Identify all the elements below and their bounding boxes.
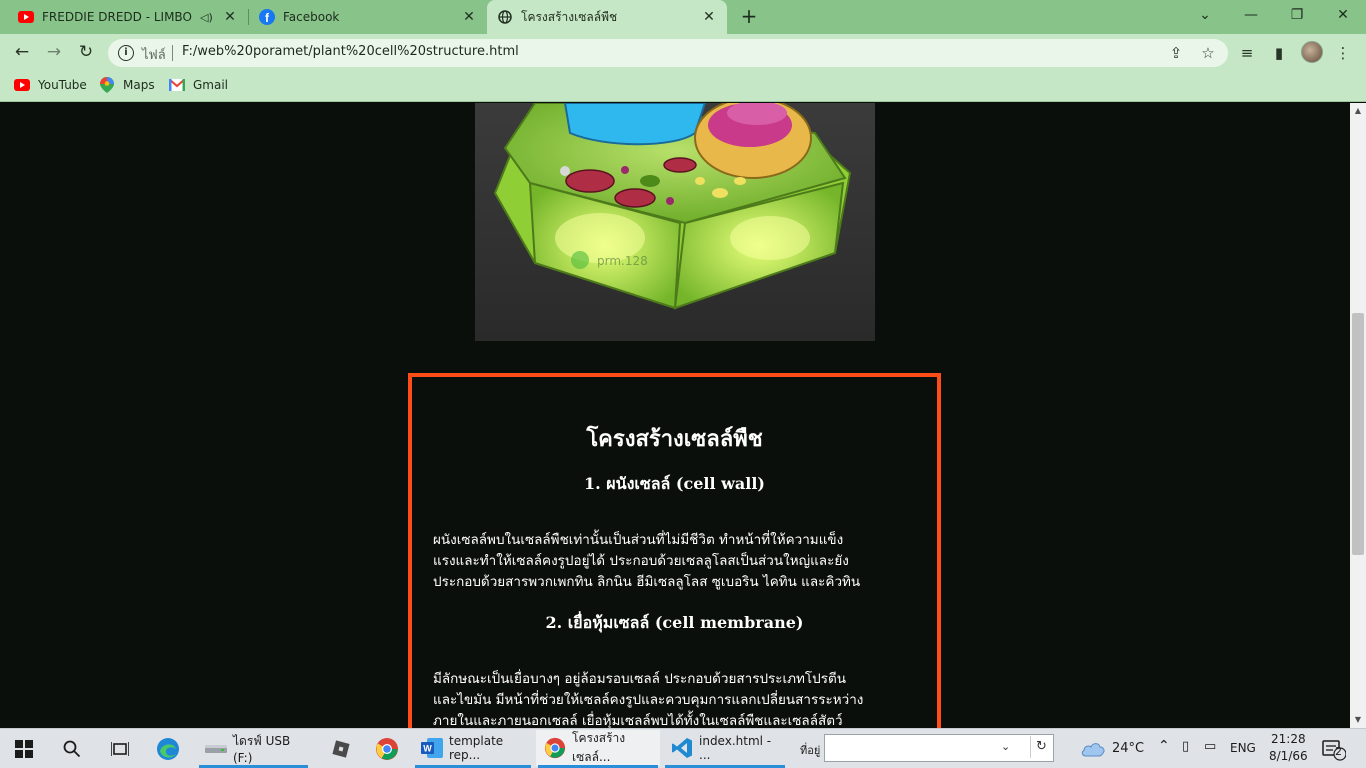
section-heading-cell-wall: 1. ผนังเซลล์ (cell wall) — [584, 474, 765, 493]
show-hidden-icons-chevron-icon[interactable]: ⌃ — [1158, 738, 1170, 754]
taskbar-app-vscode[interactable]: index.html - ... — [663, 730, 787, 766]
tab-title: FREDDIE DREDD - LIMBO (Gl — [42, 10, 194, 24]
content-card: โครงสร้างเซลล์พืช 1. ผนังเซลล์ (cell wal… — [408, 373, 941, 753]
tab-title: Facebook — [283, 10, 340, 24]
windows-start-icon[interactable] — [10, 735, 38, 763]
weather-temperature[interactable]: 24°C — [1112, 741, 1144, 756]
svg-text:W: W — [423, 744, 432, 754]
vscode-icon — [671, 737, 693, 759]
address-toolbar-input[interactable] — [824, 734, 1054, 762]
media-controls-icon[interactable]: ≡ — [1236, 42, 1258, 64]
close-tab-icon[interactable]: ✕ — [222, 9, 238, 25]
tab-title: โครงสร้างเซลล์พืช — [521, 9, 618, 24]
address-scheme-label: ไฟล์ — [142, 48, 166, 63]
scroll-down-arrow-icon[interactable]: ▼ — [1350, 712, 1366, 728]
share-icon[interactable]: ⇪ — [1165, 42, 1187, 64]
section-line: และไขมัน มีหน้าที่ช่วยให้เซลล์คงรูปและคว… — [433, 692, 864, 708]
section-line: ผนังเซลล์พบในเซลล์พืชเท่านั้นเป็นส่วนที่… — [433, 532, 844, 548]
profile-avatar[interactable] — [1301, 41, 1323, 63]
restore-icon[interactable]: ❐ — [1274, 0, 1320, 30]
page-title: โครงสร้างเซลล์พืช — [586, 426, 763, 452]
side-panel-icon[interactable]: ▮ — [1268, 42, 1290, 64]
edge-browser-icon[interactable] — [154, 735, 182, 763]
taskbar-app-label: template rep... — [449, 734, 504, 762]
youtube-icon — [18, 9, 34, 25]
youtube-icon — [14, 78, 30, 92]
bookmark-youtube[interactable]: YouTube — [14, 76, 87, 94]
close-tab-icon[interactable]: ✕ — [461, 9, 477, 25]
chrome-icon[interactable] — [373, 735, 401, 763]
new-tab-button[interactable]: + — [738, 5, 760, 27]
taskbar-app-label: ไดรฟ์ USB (F:) — [233, 733, 291, 765]
image-watermark: prm.128 — [597, 254, 648, 268]
notification-count: 2 — [1335, 745, 1342, 758]
tab-facebook[interactable]: f Facebook ✕ — [249, 0, 487, 34]
tab-youtube[interactable]: FREDDIE DREDD - LIMBO (Gl ◁) ✕ — [8, 0, 248, 34]
section-line: แรงและทำให้เซลล์คงรูปอยู่ได้ ประกอบด้วยเ… — [433, 553, 849, 569]
notification-icon[interactable] — [1320, 736, 1348, 764]
clock-time[interactable]: 21:28 — [1271, 732, 1306, 746]
bookmark-gmail[interactable]: Gmail — [169, 76, 228, 94]
menu-kebab-icon[interactable]: ⋮ — [1332, 42, 1354, 64]
address-url[interactable]: F:/web%20poramet/plant%20cell%20structur… — [182, 44, 519, 59]
refresh-icon[interactable]: ↻ — [1030, 736, 1052, 758]
clock-date[interactable]: 8/1/66 — [1269, 749, 1308, 763]
taskbar-app-label: โครงสร้างเซลล์... — [572, 731, 626, 764]
taskbar-app-word[interactable]: W template rep... — [413, 730, 533, 766]
scroll-up-arrow-icon[interactable]: ▲ — [1350, 103, 1366, 119]
word-icon: W — [421, 737, 443, 759]
chrome-icon — [544, 737, 566, 759]
gmail-icon — [169, 78, 185, 92]
scrollbar-thumb[interactable] — [1352, 313, 1364, 555]
bookmark-maps[interactable]: Maps — [99, 76, 155, 94]
battery-icon[interactable]: ▭ — [1204, 739, 1216, 754]
back-icon[interactable]: ← — [8, 38, 36, 66]
globe-icon — [497, 9, 513, 25]
usb-drive-icon — [205, 737, 227, 759]
speaker-icon[interactable]: ◁) — [200, 11, 216, 24]
bookmark-label: Maps — [123, 78, 155, 92]
section-line: ประกอบด้วยสารพวกเพกทิน ลิกนิน ฮีมิเซลลูโ… — [433, 574, 861, 590]
address-toolbar-label: ที่อยู่ — [800, 744, 821, 757]
taskbar-app-chrome[interactable]: โครงสร้างเซลล์... — [536, 730, 660, 766]
roblox-icon[interactable] — [327, 735, 355, 763]
maps-icon — [99, 77, 115, 93]
address-divider — [172, 45, 173, 61]
bookmark-label: YouTube — [38, 78, 87, 92]
section-heading-cell-membrane: 2. เยื่อหุ้มเซลล์ (cell membrane) — [545, 613, 804, 632]
taskbar-app-label: index.html - ... — [699, 734, 772, 762]
network-phone-icon[interactable]: ▯ — [1182, 739, 1189, 754]
forward-icon[interactable]: → — [40, 38, 68, 66]
input-language[interactable]: ENG — [1230, 741, 1256, 755]
bookmark-star-icon[interactable]: ☆ — [1197, 42, 1219, 64]
bookmark-label: Gmail — [193, 78, 229, 92]
facebook-icon: f — [259, 9, 275, 25]
task-view-icon[interactable] — [106, 735, 134, 763]
taskbar-app-usb-drive[interactable]: ไดรฟ์ USB (F:) — [197, 730, 310, 766]
chevron-down-icon[interactable]: ⌄ — [1001, 740, 1010, 753]
plant-cell-illustration: prm.128 — [475, 103, 875, 341]
tab-plant-cell[interactable]: โครงสร้างเซลล์พืช ✕ — [487, 0, 727, 34]
section-line: มีลักษณะเป็นเยื่อบางๆ อยู่ล้อมรอบเซลล์ ป… — [433, 671, 846, 687]
close-tab-icon[interactable]: ✕ — [701, 9, 717, 25]
minimize-icon[interactable]: — — [1228, 0, 1274, 30]
weather-cloud-icon[interactable] — [1078, 735, 1108, 763]
search-icon[interactable] — [58, 735, 86, 763]
close-window-icon[interactable]: ✕ — [1320, 0, 1366, 30]
tab-search-icon[interactable]: ⌄ — [1182, 0, 1228, 30]
reload-icon[interactable]: ↻ — [72, 38, 100, 66]
site-info-icon[interactable]: i — [118, 45, 134, 61]
